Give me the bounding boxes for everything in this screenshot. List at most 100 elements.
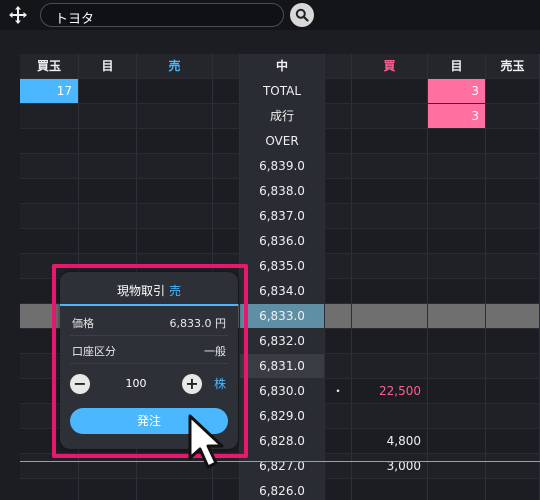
board-cell-c1[interactable] — [79, 129, 137, 153]
board-cell-c8[interactable] — [486, 79, 540, 103]
search-button[interactable] — [290, 3, 314, 27]
quantity-unit[interactable]: 株 — [214, 374, 226, 394]
board-cell-c1[interactable] — [79, 179, 137, 203]
board-cell-c1[interactable] — [79, 79, 137, 103]
board-cell-c8[interactable] — [486, 329, 540, 353]
board-cell-c2[interactable] — [137, 179, 213, 203]
board-cell-c4[interactable]: 6,830.0 — [240, 379, 325, 403]
board-cell-c3[interactable] — [213, 104, 240, 128]
board-cell-c1[interactable] — [79, 479, 137, 500]
board-cell-c7[interactable]: 3 — [428, 79, 486, 103]
board-cell-c4[interactable]: 成行 — [240, 104, 325, 128]
board-cell-c6[interactable] — [352, 404, 428, 428]
board-cell-c5[interactable] — [325, 104, 352, 128]
board-cell-c4[interactable]: 6,839.0 — [240, 154, 325, 178]
board-cell-c8[interactable] — [486, 404, 540, 428]
board-cell-c7[interactable] — [428, 354, 486, 378]
board-cell-c0[interactable] — [20, 204, 79, 228]
board-cell-c7[interactable] — [428, 179, 486, 203]
account-value[interactable]: 一般 — [204, 340, 226, 364]
board-cell-c5[interactable] — [325, 179, 352, 203]
board-cell-c5[interactable] — [325, 454, 352, 478]
board-cell-c4[interactable]: 6,827.0 — [240, 454, 325, 478]
board-cell-c7[interactable] — [428, 304, 486, 328]
board-cell-c3[interactable] — [213, 129, 240, 153]
board-cell-c7[interactable] — [428, 454, 486, 478]
board-cell-c7[interactable] — [428, 479, 486, 500]
search-input[interactable]: トヨタ — [40, 3, 284, 27]
board-cell-c5[interactable] — [325, 254, 352, 278]
board-cell-c4[interactable]: 6,834.0 — [240, 279, 325, 303]
board-cell-c1[interactable] — [79, 204, 137, 228]
board-cell-c6[interactable] — [352, 279, 428, 303]
board-row[interactable]: 6,838.0 — [20, 179, 540, 204]
board-cell-c4[interactable]: 6,829.0 — [240, 404, 325, 428]
board-cell-c6[interactable]: 4,800 — [352, 429, 428, 453]
board-cell-c0[interactable] — [20, 229, 79, 253]
board-row[interactable]: 6,836.0 — [20, 229, 540, 254]
board-cell-c8[interactable] — [486, 279, 540, 303]
board-cell-c4[interactable]: 6,838.0 — [240, 179, 325, 203]
board-cell-c2[interactable] — [137, 79, 213, 103]
board-cell-c5[interactable] — [325, 229, 352, 253]
board-cell-c5[interactable] — [325, 79, 352, 103]
board-row[interactable]: 17 TOTAL 3 — [20, 79, 540, 104]
board-cell-c5[interactable] — [325, 479, 352, 500]
board-cell-c6[interactable] — [352, 154, 428, 178]
board-cell-c7[interactable] — [428, 154, 486, 178]
move-arrows-icon[interactable] — [8, 5, 28, 25]
decrease-quantity-button[interactable]: − — [70, 374, 90, 394]
board-cell-c7[interactable] — [428, 404, 486, 428]
increase-quantity-button[interactable]: + — [182, 374, 202, 394]
board-cell-c8[interactable] — [486, 379, 540, 403]
board-cell-c8[interactable] — [486, 254, 540, 278]
board-row[interactable]: 6,837.0 — [20, 204, 540, 229]
board-cell-c5[interactable] — [325, 354, 352, 378]
board-cell-c0[interactable] — [20, 104, 79, 128]
board-cell-c1[interactable] — [79, 104, 137, 128]
trade-side-label[interactable]: 売 — [169, 284, 181, 298]
price-row[interactable]: 価格 6,833.0 円 — [70, 312, 228, 336]
board-cell-c2[interactable] — [137, 204, 213, 228]
board-cell-c2[interactable] — [137, 129, 213, 153]
board-cell-c8[interactable] — [486, 154, 540, 178]
board-cell-c8[interactable] — [486, 479, 540, 500]
board-cell-c6[interactable] — [352, 254, 428, 278]
board-cell-c4[interactable]: 6,828.0 — [240, 429, 325, 453]
price-value[interactable]: 6,833.0 円 — [170, 312, 226, 336]
board-cell-c6[interactable] — [352, 229, 428, 253]
board-cell-c1[interactable] — [79, 154, 137, 178]
board-cell-c6[interactable]: 22,500 — [352, 379, 428, 403]
board-cell-c3[interactable] — [213, 179, 240, 203]
board-cell-c0[interactable] — [20, 479, 79, 500]
board-cell-c4[interactable]: 6,836.0 — [240, 229, 325, 253]
board-cell-c4[interactable]: 6,833.0 — [240, 304, 325, 328]
board-cell-c5[interactable] — [325, 154, 352, 178]
board-cell-c6[interactable] — [352, 304, 428, 328]
board-cell-c5[interactable] — [325, 279, 352, 303]
board-cell-c6[interactable] — [352, 479, 428, 500]
board-cell-c4[interactable]: OVER — [240, 129, 325, 153]
board-cell-c4[interactable]: 6,835.0 — [240, 254, 325, 278]
board-cell-c7[interactable] — [428, 229, 486, 253]
board-cell-c2[interactable] — [137, 154, 213, 178]
board-cell-c5[interactable] — [325, 204, 352, 228]
board-cell-c1[interactable] — [79, 229, 137, 253]
board-cell-c7[interactable] — [428, 204, 486, 228]
board-cell-c4[interactable]: 6,832.0 — [240, 329, 325, 353]
board-cell-c3[interactable] — [213, 154, 240, 178]
account-row[interactable]: 口座区分 一般 — [70, 340, 228, 364]
board-cell-c7[interactable] — [428, 429, 486, 453]
board-cell-c2[interactable] — [137, 104, 213, 128]
board-cell-c5[interactable] — [325, 329, 352, 353]
board-cell-c6[interactable] — [352, 104, 428, 128]
board-cell-c7[interactable] — [428, 329, 486, 353]
board-cell-c7[interactable] — [428, 254, 486, 278]
board-cell-c8[interactable] — [486, 129, 540, 153]
board-cell-c8[interactable] — [486, 229, 540, 253]
board-cell-c0[interactable] — [20, 179, 79, 203]
board-cell-c6[interactable] — [352, 129, 428, 153]
board-row[interactable]: 成行 3 — [20, 104, 540, 129]
board-cell-c0[interactable] — [20, 129, 79, 153]
board-cell-c5[interactable] — [325, 304, 352, 328]
